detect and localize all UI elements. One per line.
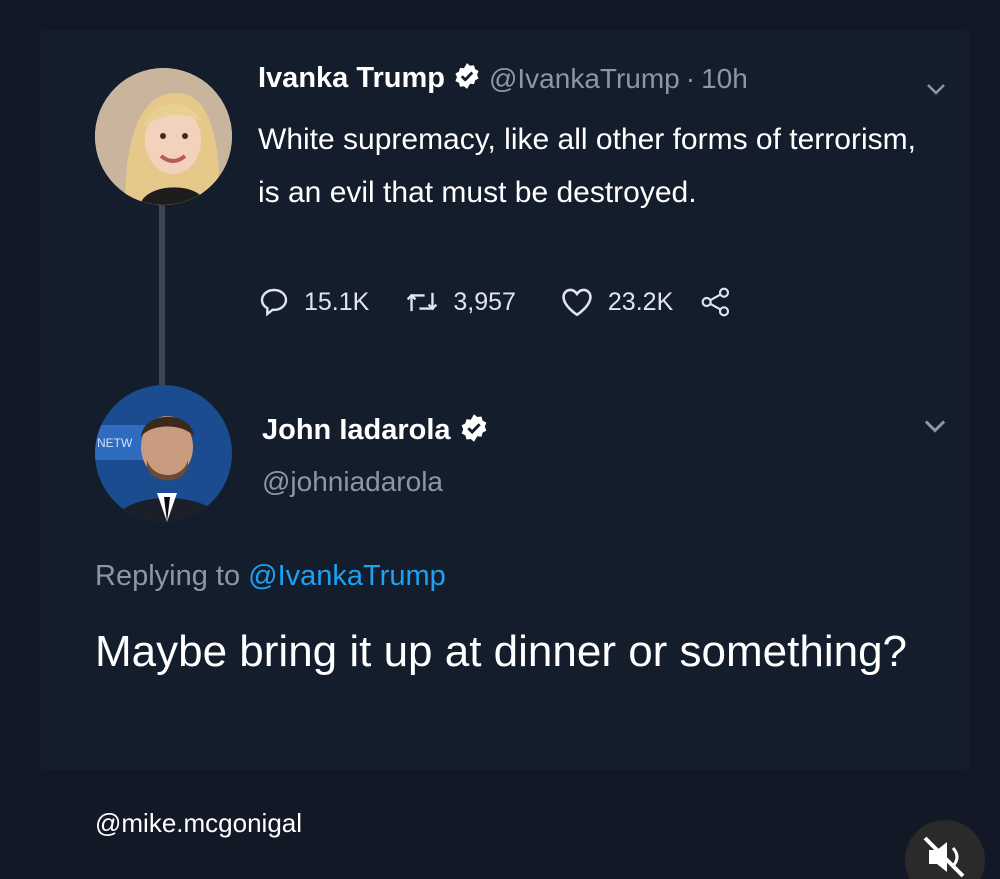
john-avatar[interactable]: NETW xyxy=(95,385,232,522)
separator-dot: · xyxy=(685,62,696,94)
chevron-down-icon[interactable] xyxy=(922,418,948,439)
mute-button[interactable] xyxy=(905,820,985,879)
reply-icon xyxy=(260,288,288,317)
tweet-time[interactable]: 10h xyxy=(701,63,748,95)
share-icon xyxy=(701,287,730,317)
share-action[interactable] xyxy=(699,286,747,318)
muted-speaker-icon xyxy=(923,836,965,878)
author-name[interactable]: Ivanka Trump xyxy=(258,62,445,95)
reply-author-name[interactable]: John Iadarola xyxy=(262,414,451,447)
verified-badge-icon xyxy=(453,62,481,95)
reply-tweet-text: Maybe bring it up at dinner or something… xyxy=(95,627,908,676)
replying-prefix: Replying to xyxy=(95,560,241,592)
tweet-actions: 15.1K 3,957 23.2K xyxy=(258,286,747,318)
retweet-count: 3,957 xyxy=(453,287,516,316)
replying-mention-link[interactable]: @IvankaTrump xyxy=(248,560,446,592)
like-action[interactable]: 23.2K xyxy=(560,286,673,318)
reply-count: 15.1K xyxy=(304,287,370,316)
chevron-down-icon[interactable] xyxy=(925,82,947,101)
like-count: 23.2K xyxy=(607,287,674,316)
reply-author-handle[interactable]: @johniadarola xyxy=(262,466,443,498)
retweet-action[interactable]: 3,957 xyxy=(405,287,516,317)
watermark-handle: @mike.mcgonigal xyxy=(95,808,303,838)
reply-tweet-header: John Iadarola xyxy=(262,413,497,448)
original-tweet-header: Ivanka Trump @IvankaTrump · 10h xyxy=(258,62,748,95)
ivanka-avatar[interactable] xyxy=(95,68,232,205)
heart-icon xyxy=(562,288,592,317)
author-handle[interactable]: @IvankaTrump xyxy=(489,63,680,95)
retweet-icon xyxy=(407,292,438,312)
reply-action[interactable]: 15.1K xyxy=(258,286,369,318)
svg-text:NETW: NETW xyxy=(97,436,133,450)
verified-badge-icon xyxy=(459,413,489,448)
original-tweet-text: White supremacy, like all other forms of… xyxy=(258,123,916,209)
replying-to-line: Replying to @IvankaTrump xyxy=(95,560,446,593)
thread-connector-line xyxy=(159,205,165,385)
screenshot-page: Ivanka Trump @IvankaTrump · 10h White su… xyxy=(0,0,1000,879)
